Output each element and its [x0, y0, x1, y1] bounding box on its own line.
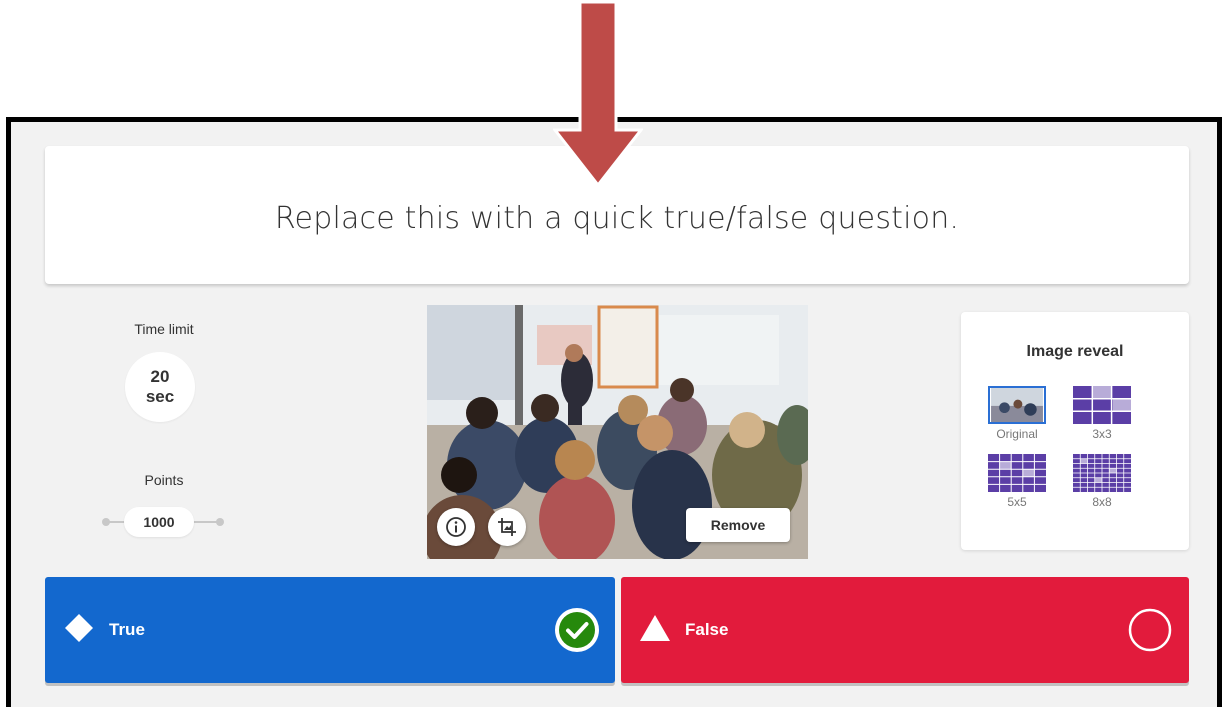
- diamond-icon: [65, 614, 93, 642]
- crop-image-icon: [498, 518, 516, 536]
- slider-track-left: [109, 521, 125, 523]
- question-editor-frame: Replace this with a quick true/false que…: [6, 117, 1222, 707]
- question-image: Remove: [427, 305, 808, 559]
- slider-track-right: [193, 521, 217, 523]
- grid-8x8-thumbnail: [1073, 454, 1131, 492]
- grid-5x5-thumbnail: [988, 454, 1046, 492]
- reveal-option-label: Original: [996, 427, 1038, 441]
- reveal-option-3x3[interactable]: 3x3: [1067, 386, 1137, 441]
- time-limit-value: 20: [150, 367, 170, 386]
- answer-true[interactable]: True: [45, 577, 615, 683]
- answer-false[interactable]: False: [621, 577, 1189, 683]
- time-limit-unit: sec: [145, 387, 175, 406]
- annotation-arrow: [553, 0, 643, 188]
- original-thumbnail: [988, 386, 1046, 424]
- points-label: Points: [144, 472, 184, 488]
- grid-3x3-thumbnail: [1073, 386, 1131, 424]
- image-reveal-title: Image reveal: [1026, 343, 1124, 360]
- reveal-option-8x8[interactable]: 8x8: [1067, 454, 1137, 509]
- answer-true-label: True: [109, 620, 145, 639]
- reveal-option-label: 5x5: [1007, 495, 1027, 509]
- crop-image-button[interactable]: [488, 508, 526, 546]
- info-icon: [446, 517, 466, 537]
- correct-answer-toggle[interactable]: [553, 606, 601, 654]
- slider-max-dot: [216, 518, 224, 526]
- reveal-option-original[interactable]: Original: [982, 386, 1052, 441]
- question-text[interactable]: Replace this with a quick true/false que…: [275, 201, 959, 236]
- triangle-icon: [640, 615, 670, 641]
- image-reveal-panel: Image reveal Original 3x3 5x5 8x8: [961, 312, 1189, 550]
- time-limit-label: Time limit: [134, 321, 194, 337]
- answer-false-label: False: [685, 620, 729, 639]
- time-limit-selector[interactable]: 20 sec: [125, 352, 195, 422]
- correct-answer-toggle[interactable]: [1126, 606, 1174, 654]
- remove-image-button[interactable]: Remove: [686, 508, 790, 542]
- reveal-option-5x5[interactable]: 5x5: [982, 454, 1052, 509]
- points-slider[interactable]: 1000: [97, 505, 227, 539]
- reveal-option-label: 3x3: [1092, 427, 1112, 441]
- points-value[interactable]: 1000: [124, 507, 194, 537]
- reveal-option-label: 8x8: [1092, 495, 1112, 509]
- info-button[interactable]: [437, 508, 475, 546]
